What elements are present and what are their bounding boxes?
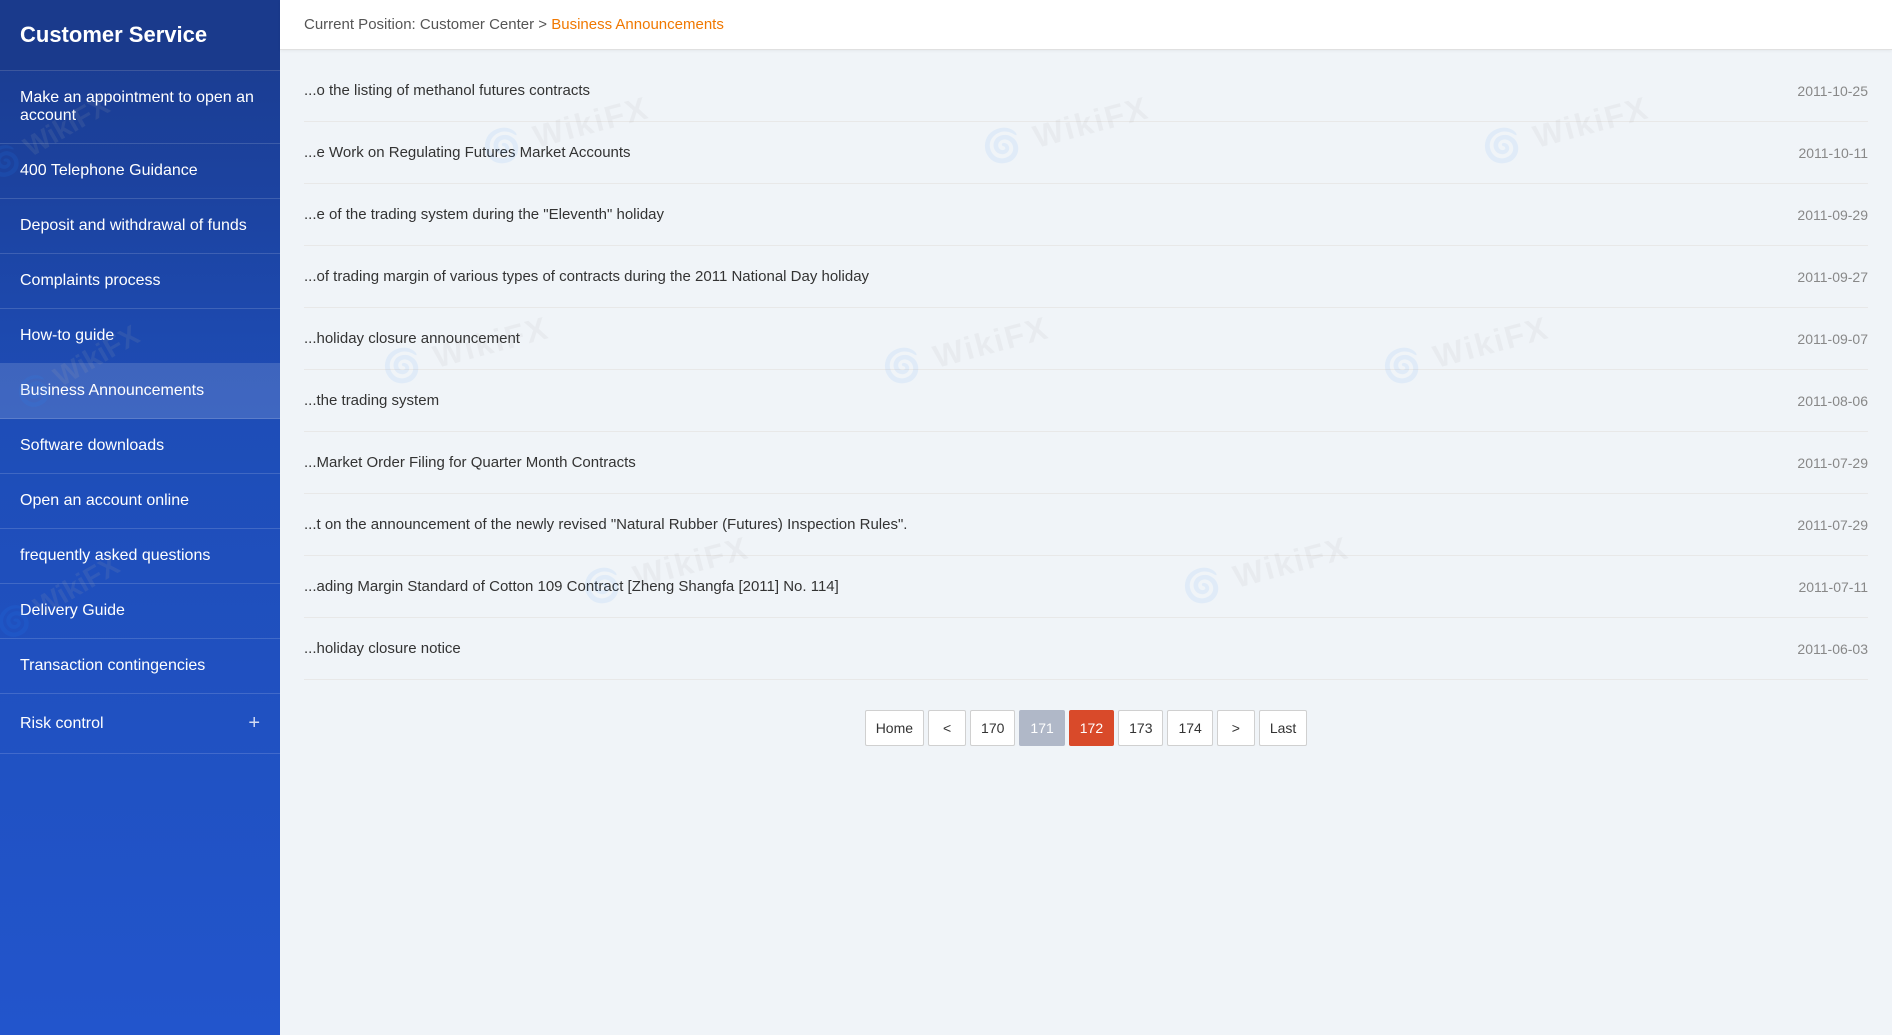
article-title-2: ...e of the trading system during the "E… (304, 204, 1757, 225)
article-item-8[interactable]: ...ading Margin Standard of Cotton 109 C… (304, 556, 1868, 618)
breadcrumb-center-text[interactable]: Customer Center (420, 16, 534, 33)
page-170-button[interactable]: 170 (970, 710, 1015, 746)
page-last-button[interactable]: Last (1259, 710, 1307, 746)
article-item-5[interactable]: ...the trading system 2011-08-06 (304, 370, 1868, 432)
sidebar-item-deposit-withdrawal[interactable]: Deposit and withdrawal of funds (0, 199, 280, 254)
sidebar-items-container: Make an appointment to open an account 40… (0, 71, 280, 754)
sidebar-item-label-open-account: Open an account online (20, 492, 260, 510)
article-date-4: 2011-09-07 (1797, 331, 1868, 347)
article-item-4[interactable]: ...holiday closure announcement 2011-09-0… (304, 308, 1868, 370)
sidebar-item-how-to[interactable]: How-to guide (0, 309, 280, 364)
breadcrumb-current[interactable]: Business Announcements (551, 16, 724, 33)
sidebar-item-transaction-contingencies[interactable]: Transaction contingencies (0, 639, 280, 694)
breadcrumb: Current Position: Customer Center > Busi… (280, 0, 1892, 50)
article-title-1: ...e Work on Regulating Futures Market A… (304, 142, 1758, 163)
article-date-7: 2011-07-29 (1797, 517, 1868, 533)
sidebar-item-telephone-guidance[interactable]: 400 Telephone Guidance (0, 144, 280, 199)
article-date-8: 2011-07-11 (1798, 579, 1868, 595)
sidebar-title: Customer Service (0, 0, 280, 71)
article-title-9: ...holiday closure notice (304, 638, 1757, 659)
sidebar-item-label-risk-control: Risk control (20, 715, 248, 733)
page-home-button[interactable]: Home (865, 710, 924, 746)
sidebar-item-label-business-announcements: Business Announcements (20, 382, 260, 400)
sidebar: 🌀 WikiFX 🌀 WikiFX 🌀 WikiFX Customer Serv… (0, 0, 280, 1035)
sidebar-item-make-appointment[interactable]: Make an appointment to open an account (0, 71, 280, 144)
sidebar-item-label-complaints: Complaints process (20, 272, 260, 290)
page-174-button[interactable]: 174 (1167, 710, 1212, 746)
article-item-2[interactable]: ...e of the trading system during the "E… (304, 184, 1868, 246)
sidebar-item-label-deposit-withdrawal: Deposit and withdrawal of funds (20, 217, 260, 235)
article-title-3: ...of trading margin of various types of… (304, 266, 1757, 287)
sidebar-item-label-telephone-guidance: 400 Telephone Guidance (20, 162, 260, 180)
article-title-8: ...ading Margin Standard of Cotton 109 C… (304, 576, 1758, 597)
breadcrumb-prefix: Current Position: (304, 16, 416, 33)
sidebar-item-label-software-downloads: Software downloads (20, 437, 260, 455)
sidebar-item-label-faq: frequently asked questions (20, 547, 260, 565)
page-173-button[interactable]: 173 (1118, 710, 1163, 746)
article-item-6[interactable]: ...Market Order Filing for Quarter Month… (304, 432, 1868, 494)
sidebar-item-label-how-to: How-to guide (20, 327, 260, 345)
sidebar-item-open-account[interactable]: Open an account online (0, 474, 280, 529)
sidebar-item-faq[interactable]: frequently asked questions (0, 529, 280, 584)
article-date-2: 2011-09-29 (1797, 207, 1868, 223)
sidebar-item-software-downloads[interactable]: Software downloads (0, 419, 280, 474)
sidebar-item-risk-control[interactable]: Risk control+ (0, 694, 280, 754)
article-title-7: ...t on the announcement of the newly re… (304, 514, 1757, 535)
breadcrumb-separator: > (538, 16, 551, 33)
article-date-1: 2011-10-11 (1798, 145, 1868, 161)
sidebar-item-label-delivery-guide: Delivery Guide (20, 602, 260, 620)
article-item-1[interactable]: ...e Work on Regulating Futures Market A… (304, 122, 1868, 184)
sidebar-item-complaints[interactable]: Complaints process (0, 254, 280, 309)
article-item-7[interactable]: ...t on the announcement of the newly re… (304, 494, 1868, 556)
page-next-button[interactable]: > (1217, 710, 1255, 746)
article-title-4: ...holiday closure announcement (304, 328, 1757, 349)
article-item-9[interactable]: ...holiday closure notice 2011-06-03 (304, 618, 1868, 680)
article-title-5: ...the trading system (304, 390, 1757, 411)
sidebar-item-label-make-appointment: Make an appointment to open an account (20, 89, 260, 125)
article-date-6: 2011-07-29 (1797, 455, 1868, 471)
pagination: Home < 170 171 172 173 174 > Last (304, 680, 1868, 766)
main-content: Current Position: Customer Center > Busi… (280, 0, 1892, 1035)
article-date-3: 2011-09-27 (1797, 269, 1868, 285)
sidebar-item-label-transaction-contingencies: Transaction contingencies (20, 657, 260, 675)
article-list: ...o the listing of methanol futures con… (304, 60, 1868, 680)
page-171-button[interactable]: 171 (1019, 710, 1064, 746)
page-prev-button[interactable]: < (928, 710, 966, 746)
article-date-9: 2011-06-03 (1797, 641, 1868, 657)
sidebar-item-plus-icon-risk-control: + (248, 712, 260, 735)
article-title-0: ...o the listing of methanol futures con… (304, 80, 1757, 101)
page-172-button[interactable]: 172 (1069, 710, 1114, 746)
article-title-6: ...Market Order Filing for Quarter Month… (304, 452, 1757, 473)
article-date-0: 2011-10-25 (1797, 83, 1868, 99)
sidebar-item-delivery-guide[interactable]: Delivery Guide (0, 584, 280, 639)
article-content: 🌀 WikiFX 🌀 WikiFX 🌀 WikiFX 🌀 WikiFX 🌀 Wi… (280, 50, 1892, 1035)
article-date-5: 2011-08-06 (1797, 393, 1868, 409)
article-item-3[interactable]: ...of trading margin of various types of… (304, 246, 1868, 308)
article-item-0[interactable]: ...o the listing of methanol futures con… (304, 60, 1868, 122)
sidebar-item-business-announcements[interactable]: Business Announcements (0, 364, 280, 419)
